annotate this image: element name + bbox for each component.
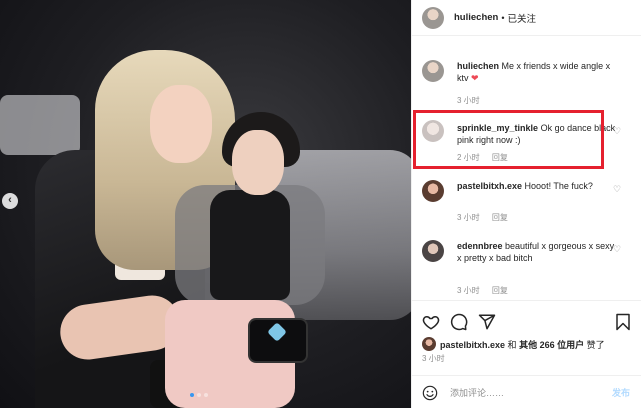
likes-connector: 和 [507, 339, 517, 350]
comment-time: 3 小时 [457, 96, 480, 105]
carousel-dot [204, 393, 208, 397]
heart-icon[interactable]: ♡ [613, 127, 622, 136]
comment-body: pastelbitxh.exe Hooot! The fuck? [457, 180, 617, 192]
comment-input[interactable] [450, 387, 590, 398]
emoji-icon[interactable] [422, 385, 438, 401]
avatar[interactable] [422, 337, 436, 351]
heart-icon[interactable]: ♡ [613, 185, 622, 194]
comment-text: Hooot! The fuck? [524, 181, 593, 191]
add-comment-bar: 发布 [412, 375, 641, 408]
post-time: 3 小时 [422, 354, 445, 363]
avatar[interactable] [422, 180, 444, 202]
heart-icon[interactable] [422, 313, 440, 331]
header-username[interactable]: huliechen [454, 12, 498, 23]
carousel-dot [190, 393, 194, 397]
person-b-face [232, 130, 284, 195]
chevron-left-icon[interactable]: ‹ [2, 193, 18, 209]
comment-meta: 3 小时 回复 [457, 285, 508, 296]
post-side-panel: huliechen • 已关注 huliechen Me x friends x… [411, 0, 641, 408]
avatar[interactable] [422, 60, 444, 82]
comment-icon[interactable] [450, 313, 468, 331]
action-bar: pastelbitxh.exe 和 其他 266 位用户 赞了 3 小时 发布 [412, 300, 641, 400]
follow-status[interactable]: 已关注 [508, 11, 537, 25]
carousel-dots [190, 393, 208, 397]
heart-emoji: ❤ [471, 73, 479, 83]
action-icons [422, 313, 496, 331]
person-a-face [150, 85, 212, 163]
comment-meta: 3 小时 回复 [457, 212, 508, 223]
comment-username[interactable]: pastelbitxh.exe [457, 181, 522, 191]
comment-meta: 3 小时 [457, 95, 480, 106]
post-photo[interactable]: ‹ [0, 0, 411, 408]
person-b-top [210, 190, 290, 300]
post-header: huliechen • 已关注 [412, 0, 641, 36]
bookmark-icon[interactable] [614, 313, 632, 331]
reply-link[interactable]: 回复 [492, 286, 508, 295]
likes-text: pastelbitxh.exe 和 其他 266 位用户 赞了 [440, 338, 605, 351]
liker-username[interactable]: pastelbitxh.exe [440, 340, 505, 350]
comment-body: huliechen Me x friends x wide angle x kt… [457, 60, 617, 84]
comment-body: edennbree beautiful x gorgeous x sexy x … [457, 240, 617, 264]
reply-link[interactable]: 回复 [492, 213, 508, 222]
carousel-dot [197, 393, 201, 397]
comment-time: 3 小时 [457, 213, 480, 222]
post-button[interactable]: 发布 [612, 386, 630, 399]
likes-summary: pastelbitxh.exe 和 其他 266 位用户 赞了 [422, 337, 605, 351]
highlight-annotation [413, 110, 604, 169]
comment-username[interactable]: huliechen [457, 61, 499, 71]
avatar[interactable] [422, 240, 444, 262]
avatar[interactable] [422, 6, 444, 29]
share-icon[interactable] [478, 313, 496, 331]
header-separator: • [501, 12, 505, 23]
booth-seat-left [0, 95, 80, 155]
heart-icon[interactable]: ♡ [613, 245, 622, 254]
comment-time: 3 小时 [457, 286, 480, 295]
likes-suffix: 赞了 [586, 339, 605, 350]
comment-username[interactable]: edennbree [457, 241, 503, 251]
likes-others[interactable]: 其他 266 位用户 [519, 340, 584, 350]
